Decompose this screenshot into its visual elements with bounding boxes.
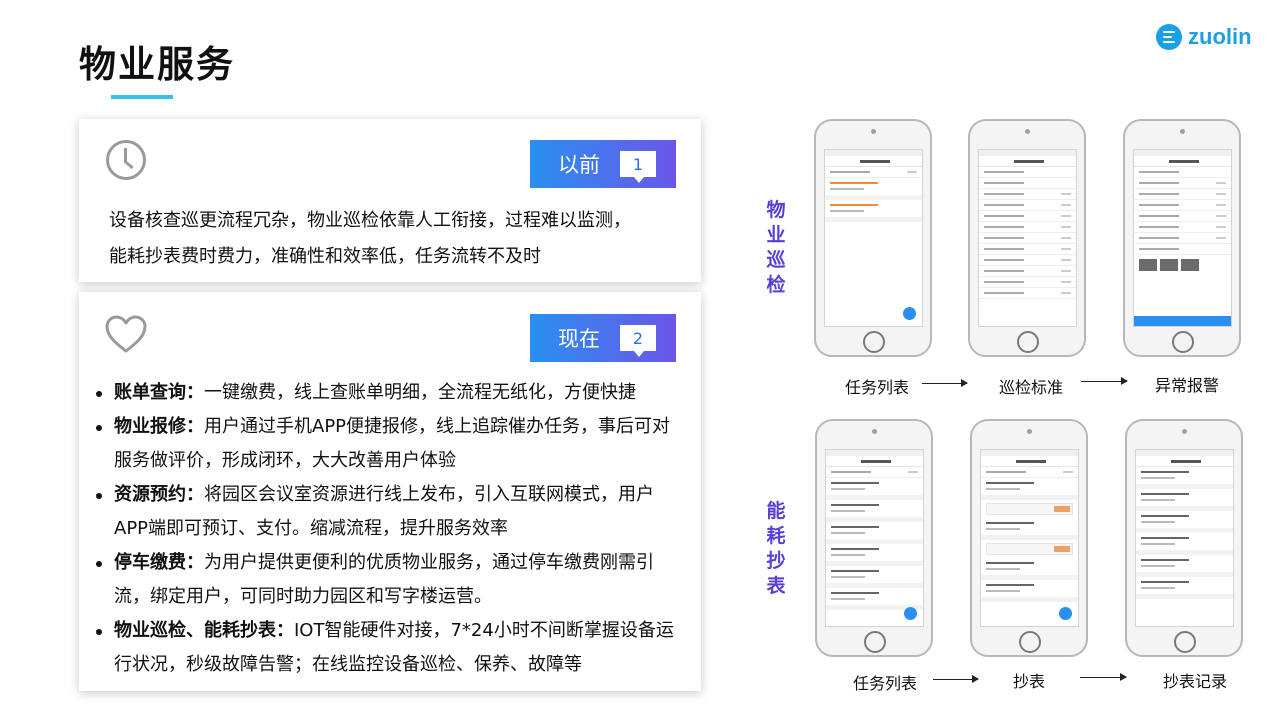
caption-meter-record: 抄表记录 xyxy=(1163,672,1228,691)
list-item: 物业报修：用户通过手机APP便捷报修，线上追踪催办任务，事后可对服务做评价，形成… xyxy=(94,410,694,478)
list-item: 物业巡检、能耗抄表：IOT智能硬件对接，7*24小时不间断掌握设备运行状况，秒级… xyxy=(94,614,694,682)
before-tag: 以前 1 xyxy=(530,140,676,188)
home-button-icon xyxy=(863,331,885,353)
feature-text: 将园区会议室资源进行线上发布，引入互联网模式，用户 xyxy=(204,484,654,505)
phone-screen xyxy=(980,449,1079,627)
caption-inspection-standard: 巡检标准 xyxy=(999,378,1064,397)
phone-meter-reading xyxy=(970,419,1088,657)
add-icon xyxy=(903,307,916,320)
phone-screen xyxy=(825,449,924,627)
page-title: 物业服务 xyxy=(79,43,235,86)
feature-text-cont: 行状况，秒级故障告警；在线监控设备巡检、保养、故障等 xyxy=(114,654,582,675)
label-char: 物 xyxy=(766,199,786,221)
feature-title: 资源预约： xyxy=(114,484,204,505)
feature-title: 停车缴费： xyxy=(114,552,204,573)
metering-label: 能 耗 抄 表 xyxy=(764,499,788,599)
label-char: 能 xyxy=(766,500,786,522)
home-button-icon xyxy=(1172,331,1194,353)
add-icon xyxy=(904,607,917,620)
now-tag: 现在 2 xyxy=(530,314,676,362)
logo-text: zuolin xyxy=(1188,24,1252,49)
label-char: 巡 xyxy=(766,249,786,271)
feature-title: 物业巡检、能耗抄表： xyxy=(114,620,294,641)
feature-title: 物业报修： xyxy=(114,416,204,437)
feature-text-cont: APP端即可预订、支付。缩减流程，提升服务效率 xyxy=(114,518,509,539)
phone-screen xyxy=(1135,449,1234,627)
feature-text-cont: 流，绑定用户，可同时助力园区和写字楼运营。 xyxy=(114,586,492,607)
feature-text: 用户通过手机APP便捷报修，线上追踪催办任务，事后可对 xyxy=(204,416,671,437)
arrow-icon xyxy=(922,379,968,387)
label-char: 抄 xyxy=(766,550,786,572)
before-description: 设备核查巡更流程冗杂，物业巡检依靠人工衔接，过程难以监测， 能耗抄表费时费力，准… xyxy=(109,203,679,275)
feature-text: IOT智能硬件对接，7*24小时不间断掌握设备运 xyxy=(294,620,674,641)
label-char: 表 xyxy=(766,575,786,597)
phone-screen xyxy=(824,149,923,327)
label-char: 检 xyxy=(766,274,786,296)
before-text-line-1: 设备核查巡更流程冗杂，物业巡检依靠人工衔接，过程难以监测， xyxy=(109,210,631,231)
caption-task-list: 任务列表 xyxy=(845,378,910,397)
logo: zuolin xyxy=(1156,24,1252,50)
inspection-label: 物 业 巡 检 xyxy=(764,198,788,298)
title-underline xyxy=(111,95,173,99)
arrow-icon xyxy=(933,675,979,683)
caption-meter-task-list: 任务列表 xyxy=(853,674,918,693)
feature-list: 账单查询：一键缴费，线上查账单明细，全流程无纸化，方便快捷 物业报修：用户通过手… xyxy=(94,376,694,682)
phone-task-list xyxy=(814,119,932,357)
list-item: 资源预约：将园区会议室资源进行线上发布，引入互联网模式，用户 APP端即可预订、支… xyxy=(94,478,694,546)
list-item: 账单查询：一键缴费，线上查账单明细，全流程无纸化，方便快捷 xyxy=(94,376,694,410)
before-text-line-2: 能耗抄表费时费力，准确性和效率低，任务流转不及时 xyxy=(109,246,541,267)
logo-icon xyxy=(1156,24,1182,50)
home-button-icon xyxy=(1019,631,1041,653)
now-tag-label: 现在 xyxy=(558,327,600,351)
phone-meter-task-list xyxy=(815,419,933,657)
home-button-icon xyxy=(1174,631,1196,653)
now-tag-number: 2 xyxy=(620,325,656,357)
feature-text-cont: 服务做评价，形成闭环，大大改善用户体验 xyxy=(114,450,456,471)
label-char: 耗 xyxy=(766,525,786,547)
before-card: 以前 1 设备核查巡更流程冗杂，物业巡检依靠人工衔接，过程难以监测， 能耗抄表费… xyxy=(79,119,701,282)
feature-text: 为用户提供更便利的优质物业服务，通过停车缴费刚需引 xyxy=(204,552,654,573)
now-card: 现在 2 账单查询：一键缴费，线上查账单明细，全流程无纸化，方便快捷 物业报修：… xyxy=(79,292,701,691)
phone-screen xyxy=(1133,149,1232,327)
feature-title: 账单查询： xyxy=(114,382,204,403)
phone-exception-alarm xyxy=(1123,119,1241,357)
home-button-icon xyxy=(1017,331,1039,353)
clock-icon xyxy=(106,140,146,180)
before-tag-label: 以前 xyxy=(558,153,600,177)
home-button-icon xyxy=(864,631,886,653)
before-tag-number: 1 xyxy=(620,151,656,183)
caption-meter-reading: 抄表 xyxy=(1013,672,1046,691)
caption-exception-alarm: 异常报警 xyxy=(1155,376,1220,395)
phone-screen xyxy=(978,149,1077,327)
arrow-icon xyxy=(1080,673,1127,681)
feature-text: 一键缴费，线上查账单明细，全流程无纸化，方便快捷 xyxy=(204,382,636,403)
phone-meter-record xyxy=(1125,419,1243,657)
heart-icon xyxy=(105,315,147,353)
label-char: 业 xyxy=(766,224,786,246)
list-item: 停车缴费：为用户提供更便利的优质物业服务，通过停车缴费刚需引流，绑定用户，可同时… xyxy=(94,546,694,614)
phone-inspection-standard xyxy=(968,119,1086,357)
arrow-icon xyxy=(1081,377,1128,385)
add-icon xyxy=(1059,607,1072,620)
